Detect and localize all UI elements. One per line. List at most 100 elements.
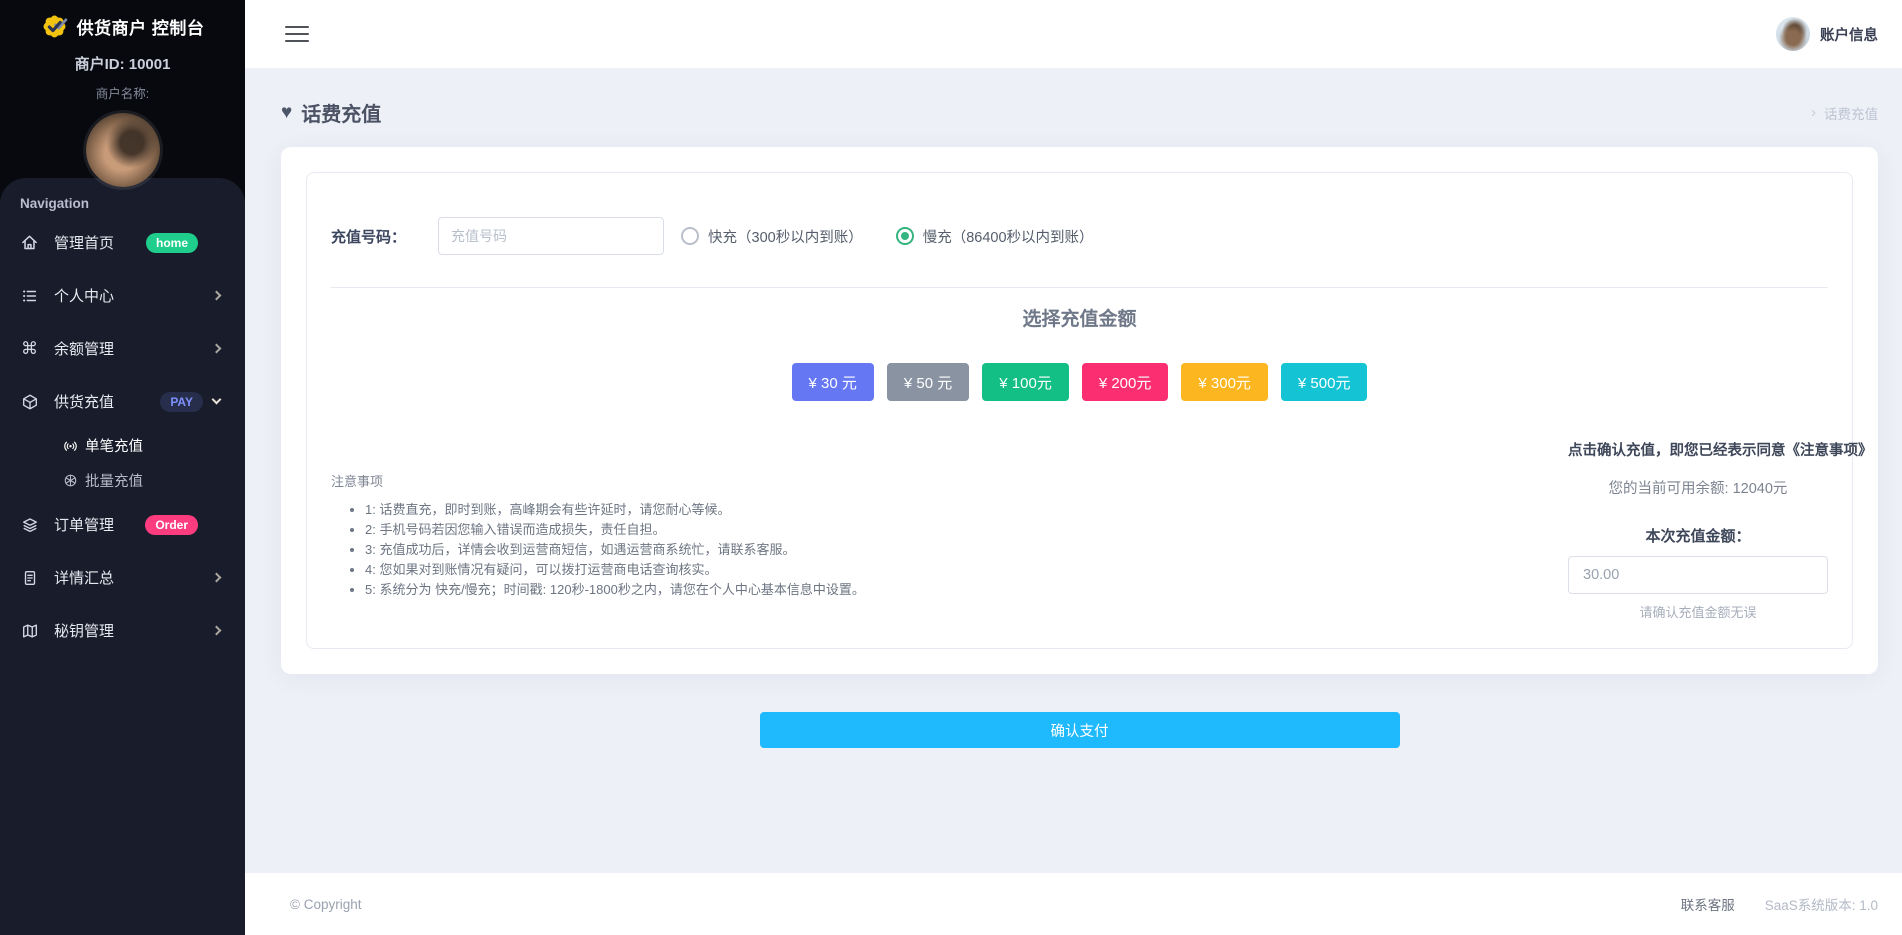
brand: 供货商户 控制台 xyxy=(0,0,245,40)
version-text: SaaS系统版本: 1.0 xyxy=(1764,898,1878,913)
main-area: 账户信息 ♥ 话费充值 › 话费充值 充值号码： 充值号码 快充（300秒以内到… xyxy=(245,0,1902,935)
broadcast-icon xyxy=(62,438,78,453)
brand-title: 供货商户 控制台 xyxy=(76,19,205,38)
nav-panel: Navigation 管理首页 home 个人中心 ⌘ 余额管理 供货充值 PA… xyxy=(0,178,245,935)
amount-30-button[interactable]: ¥ 30 元 xyxy=(791,363,874,401)
radio-fast[interactable]: 快充（300秒以内到账） xyxy=(681,226,863,247)
balance-text: 您的当前可用余额: 12040元 xyxy=(1608,481,1788,497)
sidebar-item-dashboard[interactable]: 管理首页 home xyxy=(0,216,245,269)
note-item: 2: 手机号码若因您输入错误而造成损失，责任自担。 xyxy=(365,520,865,540)
aperture-icon xyxy=(62,473,78,488)
notes-title: 注意事项 xyxy=(331,474,384,489)
chevron-right-icon xyxy=(211,343,222,354)
note-item: 5: 系统分为 快充/慢充；时间戳: 120秒-1800秒之内，请您在个人中心基… xyxy=(365,580,865,600)
agree-text: 点击确认充值，即您已经表示同意《注意事项》 xyxy=(1568,443,1873,459)
contact-support-link[interactable]: 联系客服 xyxy=(1681,894,1735,914)
amount-input[interactable] xyxy=(1568,556,1828,594)
breadcrumb-chevron-icon: › xyxy=(1811,104,1816,121)
order-badge: Order xyxy=(145,514,198,535)
note-item: 3: 充值成功后，详情会收到运营商短信，如遇运营商系统忙，请联系客服。 xyxy=(365,540,865,560)
amount-heading: 选择充值金额 xyxy=(1022,309,1137,330)
notes-list: 1: 话费直充，即时到账，高峰期会有些许延时，请您耐心等候。 2: 手机号码若因… xyxy=(331,500,865,600)
sidebar-item-label: 供货充值 xyxy=(54,394,115,411)
confirm-pay-button[interactable]: 确认支付 xyxy=(759,712,1400,748)
recharge-number-label: 充值号码： xyxy=(331,228,407,246)
footer: © Copyright 联系客服 SaaS系统版本: 1.0 xyxy=(245,873,1902,935)
pay-badge: PAY xyxy=(160,391,203,412)
sidebar-item-label: 个人中心 xyxy=(54,288,115,305)
sidebar-item-orders[interactable]: 订单管理 Order xyxy=(0,498,245,551)
page-title-text: 话费充值 xyxy=(301,104,382,126)
notes-section: 注意事项 1: 话费直充，即时到账，高峰期会有些许延时，请您耐心等候。 2: 手… xyxy=(331,471,865,600)
command-icon: ⌘ xyxy=(21,339,38,358)
sidebar-item-label: 余额管理 xyxy=(54,341,115,358)
sidebar-subitem-label: 批量充值 xyxy=(85,474,143,490)
home-badge: home xyxy=(145,232,198,253)
recharge-form-box: 充值号码： 快充（300秒以内到账） 慢充（86400秒以内到账） 选择充值金额 xyxy=(306,172,1873,649)
note-item: 1: 话费直充，即时到账，高峰期会有些许延时，请您耐心等候。 xyxy=(365,500,865,520)
sidebar-item-personal-center[interactable]: 个人中心 xyxy=(0,269,245,322)
home-icon xyxy=(20,233,39,252)
heart-icon: ♥ xyxy=(281,101,293,123)
footer-right: 联系客服 SaaS系统版本: 1.0 xyxy=(1681,894,1878,914)
confirm-row: 确认支付 xyxy=(281,712,1878,748)
sidebar-item-key-management[interactable]: 秘钥管理 xyxy=(0,604,245,657)
chevron-right-icon xyxy=(211,625,222,636)
recharge-card: 充值号码： 快充（300秒以内到账） 慢充（86400秒以内到账） 选择充值金额 xyxy=(281,147,1878,674)
merchant-id: 商户ID: 10001 xyxy=(74,56,171,73)
chevron-right-icon xyxy=(211,572,222,583)
amount-300-button[interactable]: ¥ 300元 xyxy=(1181,363,1268,401)
account-avatar xyxy=(1776,17,1810,51)
recharge-number-input[interactable] xyxy=(438,217,665,255)
hamburger-menu-icon[interactable] xyxy=(285,21,309,47)
radio-fast-label: 快充（300秒以内到账） xyxy=(708,229,863,246)
layers-icon xyxy=(20,516,39,534)
radio-checked-icon[interactable] xyxy=(895,227,914,245)
amount-hint: 请确认充值金额无误 xyxy=(1639,605,1757,620)
amount-buttons: ¥ 30 元 ¥ 50 元 ¥ 100元 ¥ 200元 ¥ 300元 ¥ 500… xyxy=(307,363,1852,401)
radio-slow-label: 慢充（86400秒以内到账） xyxy=(922,229,1094,246)
amount-50-button[interactable]: ¥ 50 元 xyxy=(886,363,970,401)
app-window: 供货商户 控制台 商户ID: 10001 商户名称: Navigation 管理… xyxy=(0,0,1902,935)
radio-slow[interactable]: 慢充（86400秒以内到账） xyxy=(895,226,1094,247)
topbar: 账户信息 xyxy=(245,0,1902,68)
sidebar: 供货商户 控制台 商户ID: 10001 商户名称: Navigation 管理… xyxy=(0,0,245,935)
amount-100-button[interactable]: ¥ 100元 xyxy=(982,363,1069,401)
content: ♥ 话费充值 › 话费充值 充值号码： 快充（300秒以内到账） xyxy=(245,68,1902,873)
package-icon xyxy=(20,393,39,411)
divider xyxy=(331,287,1828,288)
sidebar-item-supply-recharge[interactable]: 供货充值 PAY xyxy=(0,375,245,428)
breadcrumb-item: 话费充值 xyxy=(1824,106,1878,122)
note-item: 4: 您如果对到账情况有疑问，可以拨打运营商电话查询核实。 xyxy=(365,560,865,580)
account-label: 账户信息 xyxy=(1820,27,1878,44)
chevron-down-icon xyxy=(211,394,222,405)
sidebar-item-detail-summary[interactable]: 详情汇总 xyxy=(0,551,245,604)
sidebar-item-balance[interactable]: ⌘ 余额管理 xyxy=(0,322,245,375)
sidebar-item-label: 秘钥管理 xyxy=(54,623,115,640)
sidebar-item-label: 详情汇总 xyxy=(54,570,115,587)
nav-list: 管理首页 home 个人中心 ⌘ 余额管理 供货充值 PAY 单笔充值 批量充值… xyxy=(0,216,245,657)
amount-200-button[interactable]: ¥ 200元 xyxy=(1081,363,1169,401)
sidebar-subitem-single-recharge[interactable]: 单笔充值 xyxy=(0,428,245,463)
sidebar-subitem-label: 单笔充值 xyxy=(85,439,143,455)
amount-label: 本次充值金额： xyxy=(1645,528,1751,545)
breadcrumb: › 话费充值 xyxy=(1811,103,1878,123)
copyright-text: © Copyright xyxy=(290,896,362,912)
chevron-right-icon xyxy=(211,290,222,301)
list-icon xyxy=(20,287,39,305)
sidebar-avatar xyxy=(85,113,160,187)
page-title: ♥ 话费充值 xyxy=(281,98,381,127)
recharge-number-row: 充值号码： 快充（300秒以内到账） 慢充（86400秒以内到账） xyxy=(331,217,1828,255)
brand-logo-icon xyxy=(41,13,68,40)
sidebar-item-label: 管理首页 xyxy=(54,235,115,252)
confirm-summary: 点击确认充值，即您已经表示同意《注意事项》 您的当前可用余额: 12040元 本… xyxy=(1568,439,1873,621)
document-icon xyxy=(20,569,39,587)
sidebar-item-label: 订单管理 xyxy=(54,517,115,534)
account-info[interactable]: 账户信息 xyxy=(1776,17,1878,51)
page-head: ♥ 话费充值 › 话费充值 xyxy=(281,98,1878,127)
amount-500-button[interactable]: ¥ 500元 xyxy=(1280,363,1368,401)
map-icon xyxy=(20,622,39,640)
sidebar-subitem-batch-recharge[interactable]: 批量充值 xyxy=(0,463,245,498)
radio-unchecked-icon[interactable] xyxy=(681,227,700,245)
merchant-name: 商户名称: xyxy=(95,87,150,101)
